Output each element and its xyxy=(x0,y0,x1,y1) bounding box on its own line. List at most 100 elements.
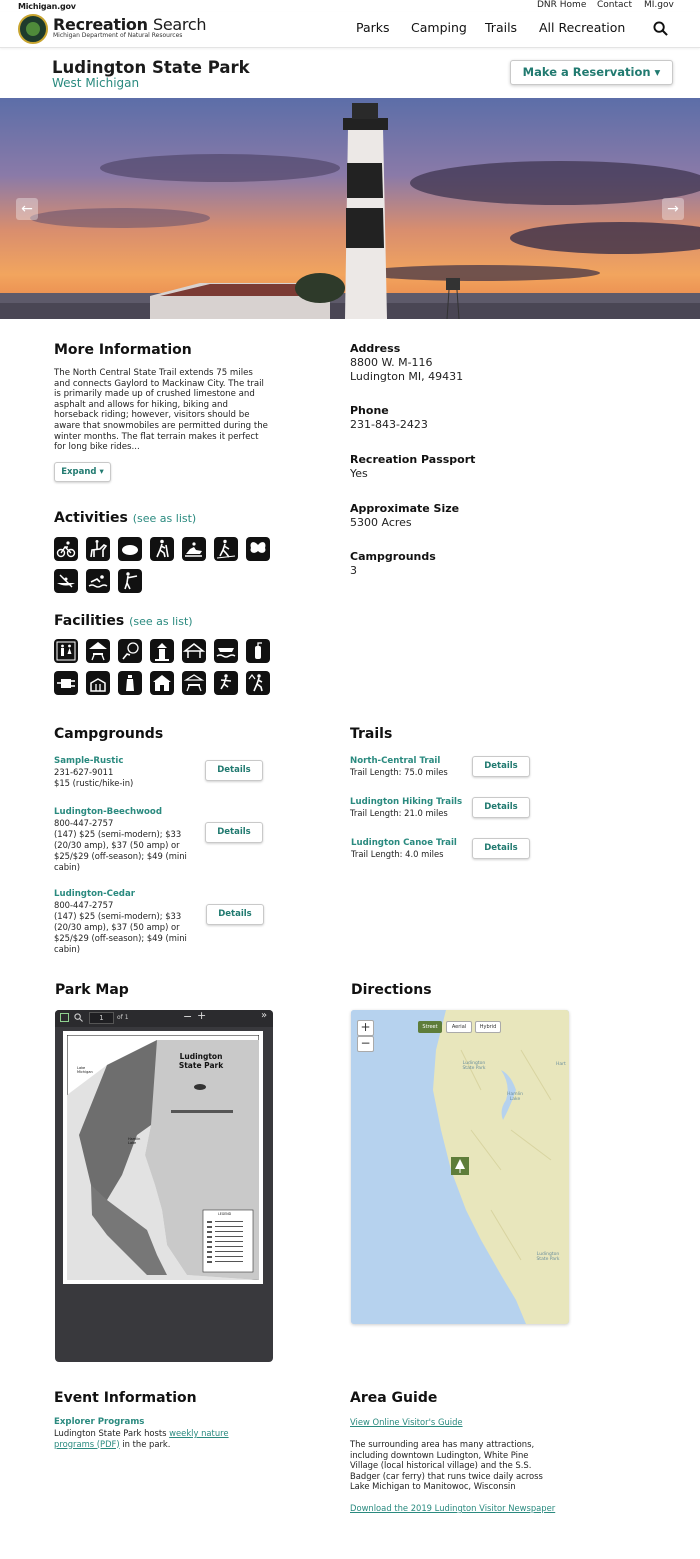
visitor-newspaper-link[interactable]: Download the 2019 Ludington Visitor News… xyxy=(350,1503,555,1514)
fishing-pier-icon[interactable] xyxy=(86,671,110,695)
map-tab-street[interactable]: Street xyxy=(418,1021,442,1033)
event-description: Ludington State Park hosts weekly nature… xyxy=(54,1428,229,1449)
mi-gov-link[interactable]: MI.gov xyxy=(644,0,674,10)
contact-link[interactable]: Contact xyxy=(597,0,632,10)
recreation-passport-label: Recreation Passport xyxy=(350,453,476,466)
boat-launch-icon[interactable] xyxy=(214,639,238,663)
carousel-next-button[interactable]: → xyxy=(662,198,684,220)
fire-extinguisher-icon[interactable] xyxy=(246,639,270,663)
campground-details-button[interactable]: Details xyxy=(205,760,263,781)
campground-details-button[interactable]: Details xyxy=(205,822,263,843)
activities-heading: Activities (see as list) xyxy=(54,510,197,526)
hero-lighthouse-image xyxy=(0,98,700,319)
dnr-home-link[interactable]: DNR Home xyxy=(537,0,586,10)
picnic-shelter-icon[interactable] xyxy=(86,639,110,663)
zoom-out-button[interactable]: − xyxy=(183,1010,192,1023)
electric-hookup-icon[interactable] xyxy=(54,671,78,695)
search-icon[interactable] xyxy=(653,21,668,36)
expand-button[interactable]: Expand ▾ xyxy=(54,462,111,482)
swimming-icon[interactable] xyxy=(86,569,110,593)
campground-phone: 800-447-2757 xyxy=(54,818,114,828)
campgrounds-heading: Campgrounds xyxy=(54,726,164,742)
map-label: Hart xyxy=(556,1062,566,1067)
campground-phone: 800-447-2757 xyxy=(54,900,114,910)
visitors-guide-link[interactable]: View Online Visitor's Guide xyxy=(350,1417,463,1428)
nav-all-recreation[interactable]: All Recreation xyxy=(539,20,625,35)
carousel-prev-button[interactable]: ← xyxy=(16,198,38,220)
campground-price: (20/30 amp), $37 (50 amp) or xyxy=(54,922,180,932)
sidebar-toggle-icon[interactable] xyxy=(60,1013,69,1022)
campground-price: $25/$29 (off-season); $49 (mini xyxy=(54,933,187,943)
campground-name-link[interactable]: Ludington-Cedar xyxy=(54,889,135,899)
area-guide-heading: Area Guide xyxy=(350,1390,438,1406)
facilities-heading: Facilities (see as list) xyxy=(54,613,193,629)
area-guide-description: The surrounding area has many attraction… xyxy=(350,1439,543,1491)
campground-price: (147) $25 (semi-modern); $33 xyxy=(54,911,182,921)
event-information-heading: Event Information xyxy=(54,1390,197,1406)
trail-details-button[interactable]: Details xyxy=(472,838,530,859)
restrooms-icon[interactable] xyxy=(54,639,78,663)
park-region[interactable]: West Michigan xyxy=(52,76,139,90)
trail-length: Trail Length: 4.0 miles xyxy=(351,849,444,859)
canoeing-icon[interactable] xyxy=(54,569,78,593)
no-pets-icon[interactable] xyxy=(118,639,142,663)
more-tools-icon[interactable]: » xyxy=(261,1010,267,1021)
trail-details-button[interactable]: Details xyxy=(472,756,530,777)
park-map-title: Ludington State Park xyxy=(178,1052,224,1070)
map-label: Hamlin Lake xyxy=(507,1092,523,1102)
activities-see-as-list-link[interactable]: (see as list) xyxy=(133,512,196,525)
page-number-input[interactable]: 1 xyxy=(89,1012,114,1024)
explorer-programs-link[interactable]: Explorer Programs xyxy=(54,1417,144,1427)
campground-price: cabin) xyxy=(54,862,80,872)
facilities-see-as-list-link[interactable]: (see as list) xyxy=(129,615,192,628)
campgrounds-count-label: Campgrounds xyxy=(350,550,436,563)
campground-price: (147) $25 (semi-modern); $33 xyxy=(54,829,182,839)
nav-parks[interactable]: Parks xyxy=(356,20,390,35)
campground-name-link[interactable]: Ludington-Beechwood xyxy=(54,807,162,817)
trail-name-link[interactable]: Ludington Hiking Trails xyxy=(350,797,462,807)
michigan-gov-logo[interactable]: Michigan.gov xyxy=(18,2,76,11)
dnr-seal-logo[interactable] xyxy=(18,14,48,44)
map-zoom-out-button[interactable]: − xyxy=(357,1036,374,1052)
lighthouse-2-icon[interactable] xyxy=(118,671,142,695)
trail-details-button[interactable]: Details xyxy=(472,797,530,818)
cabin-icon[interactable] xyxy=(150,671,174,695)
legend-title: LEGEND xyxy=(218,1212,232,1216)
site-subtitle: Michigan Department of Natural Resources xyxy=(53,32,183,39)
campground-details-button[interactable]: Details xyxy=(206,904,264,925)
swimming-beach-icon[interactable] xyxy=(118,537,142,561)
phone-label: Phone xyxy=(350,404,389,417)
snowmobiling-icon[interactable] xyxy=(182,537,206,561)
campground-price: $15 (rustic/hike-in) xyxy=(54,778,134,788)
more-information-heading: More Information xyxy=(54,342,192,358)
phone-value: 231-843-2423 xyxy=(350,418,428,431)
nav-camping[interactable]: Camping xyxy=(411,20,467,35)
map-tab-aerial[interactable]: Aerial xyxy=(446,1021,472,1033)
campground-name-link[interactable]: Sample-Rustic xyxy=(54,756,123,766)
hamlin-lake-label: Hamlin Lake xyxy=(128,1137,141,1145)
lighthouse-icon[interactable] xyxy=(150,639,174,663)
recreation-passport-value: Yes xyxy=(350,467,368,480)
map-zoom-in-button[interactable]: + xyxy=(357,1020,374,1036)
map-tab-hybrid[interactable]: Hybrid xyxy=(475,1021,501,1033)
trail-name-link[interactable]: North-Central Trail xyxy=(350,756,440,766)
directions-map[interactable] xyxy=(351,1010,569,1324)
picnic-table-icon[interactable] xyxy=(182,671,206,695)
approximate-size-value: 5300 Acres xyxy=(350,516,412,529)
zoom-in-button[interactable]: + xyxy=(197,1009,206,1022)
trailhead-icon[interactable] xyxy=(246,671,270,695)
make-reservation-button[interactable]: Make a Reservation ▾ xyxy=(510,60,673,85)
hiking-icon[interactable] xyxy=(150,537,174,561)
cross-country-skiing-icon[interactable] xyxy=(214,537,238,561)
hunting-icon[interactable] xyxy=(118,569,142,593)
playground-icon[interactable] xyxy=(214,671,238,695)
nav-trails[interactable]: Trails xyxy=(485,20,517,35)
map-label: Ludington State Park xyxy=(462,1061,486,1071)
butterfly-icon[interactable] xyxy=(246,537,270,561)
horseback-riding-icon[interactable] xyxy=(86,537,110,561)
shelter-icon[interactable] xyxy=(182,639,206,663)
biking-icon[interactable] xyxy=(54,537,78,561)
trail-length: Trail Length: 21.0 miles xyxy=(350,808,448,818)
trail-name-link[interactable]: Ludington Canoe Trail xyxy=(351,838,457,848)
search-icon[interactable] xyxy=(74,1013,83,1022)
